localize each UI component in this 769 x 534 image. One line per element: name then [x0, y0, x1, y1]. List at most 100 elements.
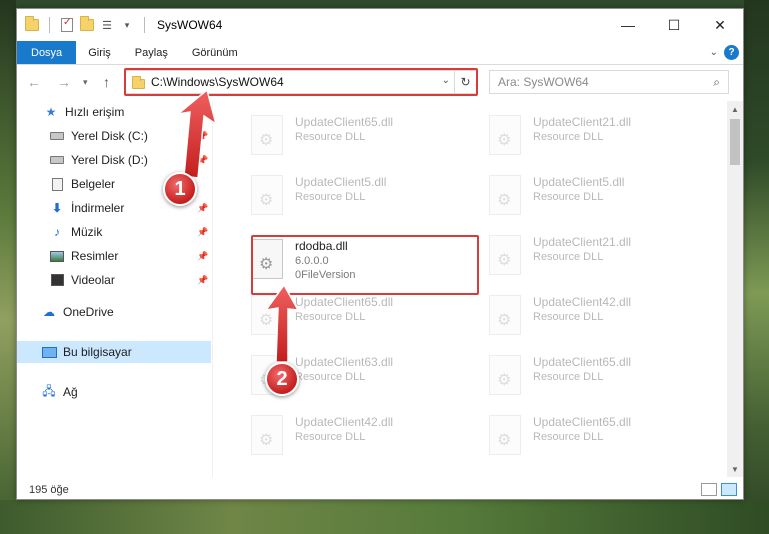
file-item[interactable]: UpdateClient21.dll Resource DLL: [477, 231, 703, 289]
properties-icon[interactable]: [60, 17, 74, 32]
file-description: Resource DLL: [533, 371, 604, 383]
forward-arrow-icon[interactable]: →: [57, 74, 71, 90]
scroll-up-icon[interactable]: ▲: [727, 101, 743, 117]
file-name: UpdateClient65.dll: [533, 415, 632, 429]
nav-item-network[interactable]: 🖧 Ağ: [41, 384, 77, 400]
file-description: Resource DLL: [533, 191, 604, 203]
file-item[interactable]: UpdateClient21.dll Resource DLL: [477, 111, 703, 169]
dll-file-icon: [251, 415, 283, 455]
nav-item-label: Belgeler: [71, 177, 116, 191]
new-folder-icon[interactable]: [80, 16, 94, 32]
minimize-button[interactable]: —: [605, 9, 651, 41]
star-icon: ★: [45, 105, 57, 119]
ribbon-tabs: Dosya Giriş Paylaş Görünüm ⌄ ?: [17, 41, 743, 65]
window-controls: — ☐ ✕: [605, 9, 743, 41]
recent-locations-icon[interactable]: ▾: [83, 77, 88, 88]
quick-access-toolbar: ☰ ▾: [25, 16, 149, 33]
dll-file-icon: [489, 115, 521, 155]
file-name: UpdateClient65.dll: [295, 115, 394, 129]
file-description: Resource DLL: [533, 251, 604, 263]
back-arrow-icon[interactable]: ←: [27, 74, 41, 90]
step-badge-2: 2: [265, 362, 299, 396]
maximize-button[interactable]: ☐: [651, 9, 697, 41]
file-name: UpdateClient42.dll: [533, 295, 632, 309]
title-bar: ☰ ▾ SysWOW64 — ☐ ✕: [17, 9, 743, 41]
up-arrow-icon[interactable]: ↑: [103, 74, 110, 90]
nav-item-music[interactable]: ♪ Müzik: [49, 225, 102, 239]
toolbar-separator: [49, 17, 50, 33]
file-name: UpdateClient21.dll: [533, 235, 632, 249]
large-icons-view-icon[interactable]: [721, 483, 737, 496]
pin-icon[interactable]: 📌: [197, 155, 208, 166]
tab-share[interactable]: Paylaş: [123, 41, 180, 64]
help-icon[interactable]: ?: [724, 45, 739, 60]
pictures-icon: [49, 249, 65, 263]
file-item[interactable]: UpdateClient42.dll Resource DLL: [239, 411, 465, 469]
scroll-down-icon[interactable]: ▼: [727, 461, 743, 477]
file-description: Resource DLL: [295, 191, 366, 203]
search-placeholder: Ara: SysWOW64: [498, 75, 589, 89]
file-item[interactable]: UpdateClient42.dll Resource DLL: [477, 291, 703, 349]
window-title: SysWOW64: [157, 18, 223, 32]
documents-icon: [49, 177, 65, 191]
nav-item-label: Müzik: [71, 225, 103, 239]
pin-icon[interactable]: 📌: [197, 131, 208, 142]
nav-item-documents[interactable]: Belgeler: [49, 177, 115, 191]
chevron-down-icon[interactable]: ▾: [120, 18, 134, 32]
file-description: Resource DLL: [295, 311, 366, 323]
nav-item-label: Yerel Disk (C:): [71, 129, 148, 143]
pin-icon[interactable]: 📌: [197, 203, 208, 214]
expand-ribbon-icon[interactable]: ⌄: [710, 47, 718, 58]
nav-item-label: OneDrive: [63, 305, 114, 319]
nav-item-local-disk-d[interactable]: Yerel Disk (D:): [49, 153, 148, 167]
dll-file-icon: [251, 175, 283, 215]
file-item[interactable]: UpdateClient5.dll Resource DLL: [239, 171, 465, 229]
desktop-background-right: [744, 0, 769, 534]
dll-file-icon: [489, 175, 521, 215]
file-description: Resource DLL: [295, 131, 366, 143]
pin-icon[interactable]: 📌: [197, 251, 208, 262]
nav-item-onedrive[interactable]: ☁ OneDrive: [41, 305, 114, 319]
file-description: Resource DLL: [295, 371, 366, 383]
search-icon[interactable]: ⌕: [713, 75, 720, 90]
nav-item-local-disk-c[interactable]: Yerel Disk (C:): [49, 129, 148, 143]
nav-item-label: Hızlı erişim: [65, 105, 125, 119]
downloads-icon: ⬇: [51, 201, 63, 215]
tab-file[interactable]: Dosya: [17, 41, 77, 64]
customize-toolbar-icon[interactable]: ☰: [100, 18, 114, 32]
tab-view[interactable]: Görünüm: [180, 41, 250, 64]
file-item[interactable]: UpdateClient65.dll Resource DLL: [477, 351, 703, 409]
details-view-icon[interactable]: [701, 483, 717, 496]
scroll-thumb[interactable]: [730, 119, 740, 165]
desktop-background-bottom: [0, 500, 769, 534]
search-input[interactable]: Ara: SysWOW64 ⌕: [489, 70, 729, 94]
nav-item-this-pc[interactable]: Bu bilgisayar: [41, 345, 132, 359]
nav-item-videos[interactable]: Videolar: [49, 273, 115, 287]
dll-file-icon: [251, 115, 283, 155]
navigation-pane: ★ Hızlı erişim Yerel Disk (C:) 📌 Yerel D…: [17, 101, 213, 477]
nav-item-quick-access[interactable]: ★ Hızlı erişim: [43, 105, 125, 119]
file-name: UpdateClient63.dll: [295, 355, 394, 369]
close-button[interactable]: ✕: [697, 9, 743, 41]
drive-icon: [49, 153, 65, 167]
dll-file-icon: [489, 415, 521, 455]
file-item[interactable]: UpdateClient5.dll Resource DLL: [477, 171, 703, 229]
file-item[interactable]: UpdateClient65.dll Resource DLL: [239, 291, 465, 349]
file-name: UpdateClient5.dll: [295, 175, 387, 189]
view-toggle: [701, 483, 737, 496]
vertical-scrollbar[interactable]: ▲ ▼: [727, 101, 743, 477]
nav-item-downloads[interactable]: ⬇ İndirmeler: [49, 201, 124, 215]
file-item[interactable]: UpdateClient65.dll Resource DLL: [477, 411, 703, 469]
desktop-background-left: [0, 0, 16, 534]
file-item[interactable]: UpdateClient65.dll Resource DLL: [239, 111, 465, 169]
pin-icon[interactable]: 📌: [197, 275, 208, 286]
file-name: UpdateClient42.dll: [295, 415, 394, 429]
pin-icon[interactable]: 📌: [197, 227, 208, 238]
file-description: Resource DLL: [533, 311, 604, 323]
music-icon: ♪: [54, 225, 60, 239]
drive-icon: [49, 129, 65, 143]
tab-home[interactable]: Giriş: [76, 41, 123, 64]
file-name: UpdateClient65.dll: [295, 295, 394, 309]
nav-item-pictures[interactable]: Resimler: [49, 249, 118, 263]
nav-item-label: Resimler: [71, 249, 119, 263]
